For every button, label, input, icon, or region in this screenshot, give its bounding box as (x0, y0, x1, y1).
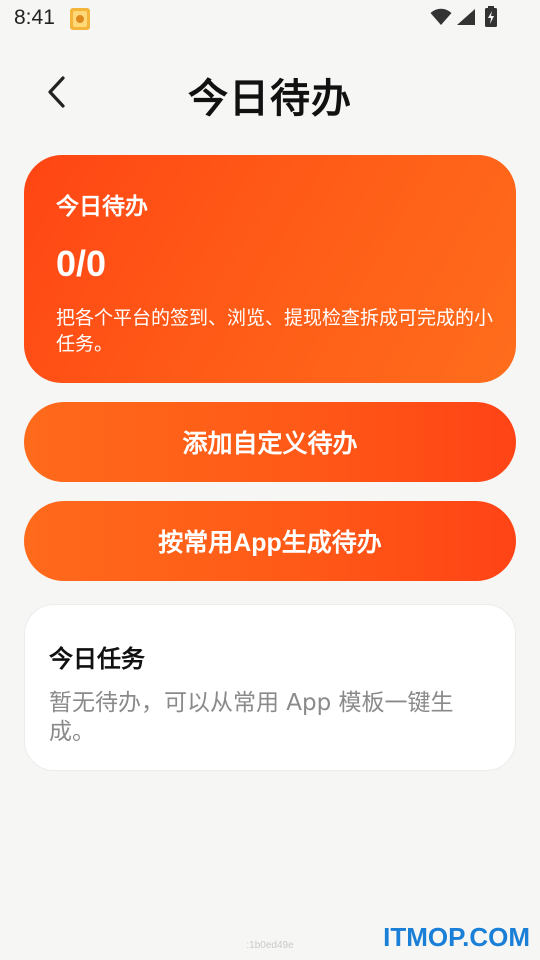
today-summary-card: 今日待办 0/0 把各个平台的签到、浏览、提现检查拆成可完成的小任务。 (24, 155, 516, 383)
add-custom-todo-button[interactable]: 添加自定义待办 (24, 402, 516, 482)
tasks-title: 今日任务 (49, 645, 145, 673)
generate-from-app-button[interactable]: 按常用App生成待办 (24, 501, 516, 581)
summary-description: 把各个平台的签到、浏览、提现检查拆成可完成的小任务。 (56, 307, 494, 355)
app-screen: 8:41 今日待办 今日待办 0/0 把各个平台的签到、浏览、提现检查拆成可完成… (0, 0, 540, 960)
summary-title: 今日待办 (56, 194, 148, 220)
page-title: 今日待办 (188, 76, 352, 122)
status-time: 8:41 (14, 6, 55, 29)
wifi-icon (430, 8, 452, 30)
empty-state-text: 暂无待办，可以从常用 App 模板一键生成。 (49, 690, 454, 745)
battery-charging-icon (484, 6, 498, 32)
site-watermark: ITMOP.COM (383, 922, 530, 952)
todo-progress-count: 0/0 (56, 243, 107, 284)
status-bar: 8:41 (0, 0, 540, 40)
today-tasks-card: 今日任务 暂无待办，可以从常用 App 模板一键生成。 (24, 604, 516, 771)
notification-app-icon (69, 7, 91, 31)
signal-icon (456, 8, 476, 30)
